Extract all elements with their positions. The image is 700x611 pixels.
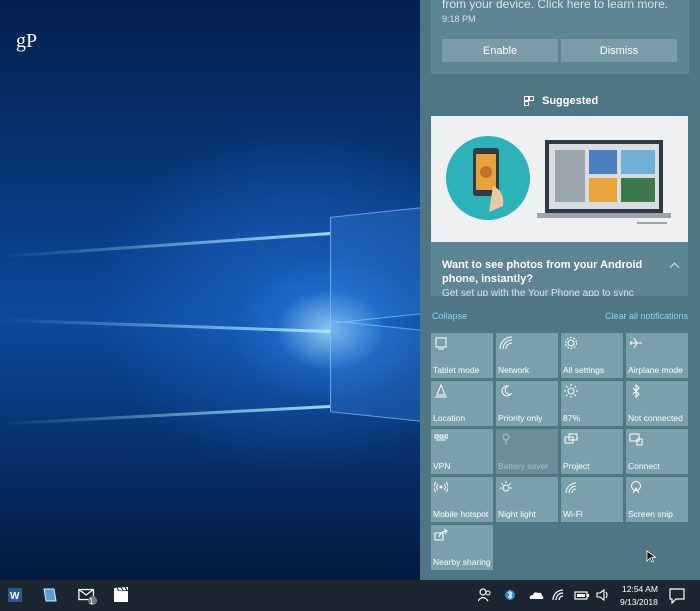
bluetooth-icon[interactable] — [505, 585, 515, 605]
suggestion-card[interactable]: Want to see photos from your Android pho… — [431, 242, 688, 296]
quick-action-label: Screen snip — [628, 509, 673, 519]
people-icon[interactable] — [478, 585, 492, 605]
wifi-icon — [565, 482, 577, 494]
quick-action-vpn[interactable]: VPN — [431, 429, 493, 474]
quick-action-label: Priority only — [498, 413, 543, 423]
gear-icon — [565, 337, 577, 349]
window-logo-pane — [330, 207, 420, 324]
clock-time[interactable]: 12:54 AM — [622, 584, 658, 594]
quick-action-label: VPN — [433, 461, 451, 471]
desktop-wallpaper: gP — [0, 0, 420, 580]
suggested-icon — [524, 96, 534, 106]
quick-action-label: Night light — [498, 509, 536, 519]
taskbar — [0, 580, 700, 611]
phone-laptop-illustration — [446, 136, 671, 224]
quick-action-tablet-mode[interactable]: Tablet mode — [431, 333, 493, 378]
quick-action-label: Airplane mode — [628, 365, 683, 375]
light-beam — [0, 318, 331, 333]
word-icon[interactable]: W — [6, 585, 24, 605]
collapse-link[interactable]: Collapse — [432, 311, 467, 321]
quick-action-network[interactable]: Network — [496, 333, 558, 378]
quick-action-label: Mobile hotspot — [433, 509, 489, 519]
hotspot-icon — [434, 481, 448, 493]
quick-action-label: All settings — [563, 365, 605, 375]
dismiss-button[interactable]: Dismiss — [561, 39, 677, 62]
nearby-sharing-icon — [434, 528, 448, 541]
bluetooth-icon — [632, 384, 640, 398]
quick-action-label: Tablet mode — [433, 365, 480, 375]
quick-action-label: Nearby sharing — [433, 557, 491, 567]
quick-action-nearby-sharing[interactable]: Nearby sharing — [431, 525, 493, 570]
battery-saver-icon — [502, 433, 510, 445]
brightness-icon — [564, 384, 578, 398]
notification-time: 9:18 PM — [442, 14, 476, 24]
suggested-header: Suggested — [524, 95, 598, 107]
quick-action-screen-snip[interactable]: Screen snip — [626, 477, 688, 522]
mail-icon[interactable] — [77, 585, 99, 605]
night-light-icon — [500, 481, 512, 492]
clear-all-notifications-link[interactable]: Clear all notifications — [605, 311, 688, 321]
airplane-icon — [630, 337, 642, 349]
screen-snip-icon — [631, 481, 641, 494]
quick-action-87[interactable]: 87% — [561, 381, 623, 426]
quick-action-label: 87% — [563, 413, 581, 423]
suggestion-title: Want to see photos from your Android pho… — [442, 259, 643, 285]
quick-action-label: Not connected — [628, 413, 683, 423]
quick-action-wi-fi[interactable]: Wi-Fi — [561, 477, 623, 522]
location-icon — [435, 384, 447, 398]
tablet-icon — [435, 337, 447, 350]
quick-action-connect[interactable]: Connect — [626, 429, 688, 474]
mouse-pointer — [646, 550, 656, 563]
light-beam — [0, 232, 331, 259]
suggested-label: Suggested — [542, 95, 599, 107]
quick-action-night-light[interactable]: Night light — [496, 477, 558, 522]
window-logo-pane — [330, 320, 420, 422]
quick-action-not-connected[interactable]: Not connected — [626, 381, 688, 426]
quick-action-label: Location — [433, 413, 466, 423]
quick-action-label: Wi-Fi — [563, 509, 583, 519]
mail-badge: 1 — [89, 597, 94, 606]
light-beam — [0, 405, 331, 426]
suggestion-image[interactable] — [431, 116, 688, 242]
notepad-icon[interactable] — [41, 585, 59, 605]
quick-action-priority-only[interactable]: Priority only — [496, 381, 558, 426]
suggestion-subtitle: Get set up with the Your Phone app to sy… — [442, 288, 634, 296]
moon-icon — [501, 385, 513, 397]
quick-action-battery-saver[interactable]: Battery saver — [496, 429, 558, 474]
notification-card[interactable] — [431, 0, 689, 74]
quick-action-label: Connect — [628, 461, 660, 471]
quick-action-location[interactable]: Location — [431, 381, 493, 426]
movies-icon[interactable] — [112, 585, 130, 605]
volume-icon[interactable] — [596, 585, 610, 605]
chevron-up-icon[interactable] — [669, 262, 680, 273]
svg-text:W: W — [10, 591, 20, 602]
watermark-logo: gP — [16, 30, 38, 52]
connect-icon — [629, 433, 643, 446]
quick-action-mobile-hotspot[interactable]: Mobile hotspot — [431, 477, 493, 522]
quick-action-label: Project — [563, 461, 590, 471]
quick-action-airplane-mode[interactable]: Airplane mode — [626, 333, 688, 378]
notification-text: from your device. Click here to learn mo… — [442, 0, 669, 11]
quick-action-project[interactable]: Project — [561, 429, 623, 474]
enable-button[interactable]: Enable — [442, 39, 558, 62]
action-center-icon[interactable] — [668, 586, 686, 606]
battery-icon[interactable] — [574, 585, 590, 605]
quick-action-label: Battery saver — [498, 461, 549, 471]
quick-action-label: Network — [498, 365, 530, 375]
onedrive-icon[interactable] — [528, 585, 544, 605]
wifi-tray-icon[interactable] — [551, 585, 565, 605]
network-icon — [499, 336, 513, 350]
clock-date[interactable]: 9/13/2018 — [620, 597, 658, 607]
vpn-icon — [434, 434, 448, 441]
quick-action-all-settings[interactable]: All settings — [561, 333, 623, 378]
project-icon — [564, 433, 578, 444]
